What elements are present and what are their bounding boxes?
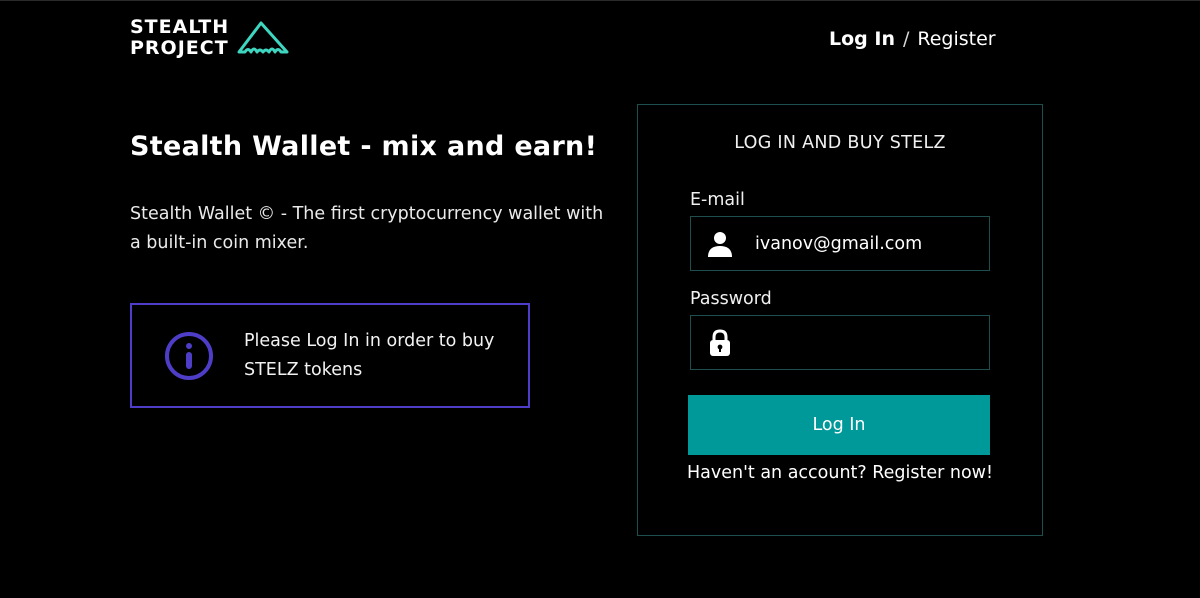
hero-description: Stealth Wallet © - The first cryptocurre…	[130, 204, 604, 253]
header-register-link[interactable]: Register	[917, 28, 995, 50]
stealth-bomber-icon	[237, 21, 289, 54]
hero-title: Stealth Wallet - mix and earn!	[130, 131, 598, 162]
email-label: E-mail	[690, 190, 745, 210]
info-text: Please Log In in order to buy STELZ toke…	[244, 330, 495, 380]
logo-line2: PROJECT	[130, 37, 229, 59]
info-box: Please Log In in order to buy STELZ toke…	[130, 303, 530, 408]
password-input[interactable]	[755, 332, 975, 353]
logo-text: STEALTH PROJECT	[130, 17, 229, 59]
info-icon	[165, 331, 213, 380]
page: STEALTH PROJECT Log In / Register Stealt…	[0, 0, 1200, 598]
register-now-link[interactable]: Haven't an account? Register now!	[638, 463, 1042, 483]
email-input[interactable]	[755, 233, 975, 254]
user-icon	[708, 231, 732, 257]
lock-icon	[710, 328, 730, 356]
password-field[interactable]	[690, 315, 990, 370]
login-card: LOG IN AND BUY STELZ E-mail Password Log…	[637, 104, 1043, 536]
login-card-title: LOG IN AND BUY STELZ	[734, 133, 946, 153]
password-label: Password	[690, 289, 772, 309]
logo-line1: STEALTH	[130, 16, 230, 38]
auth-nav: Log In / Register	[829, 28, 996, 50]
login-button[interactable]: Log In	[688, 395, 990, 455]
header-login-link[interactable]: Log In	[829, 28, 895, 50]
auth-separator: /	[902, 28, 910, 50]
logo[interactable]: STEALTH PROJECT	[130, 17, 289, 59]
email-field[interactable]	[690, 216, 990, 271]
